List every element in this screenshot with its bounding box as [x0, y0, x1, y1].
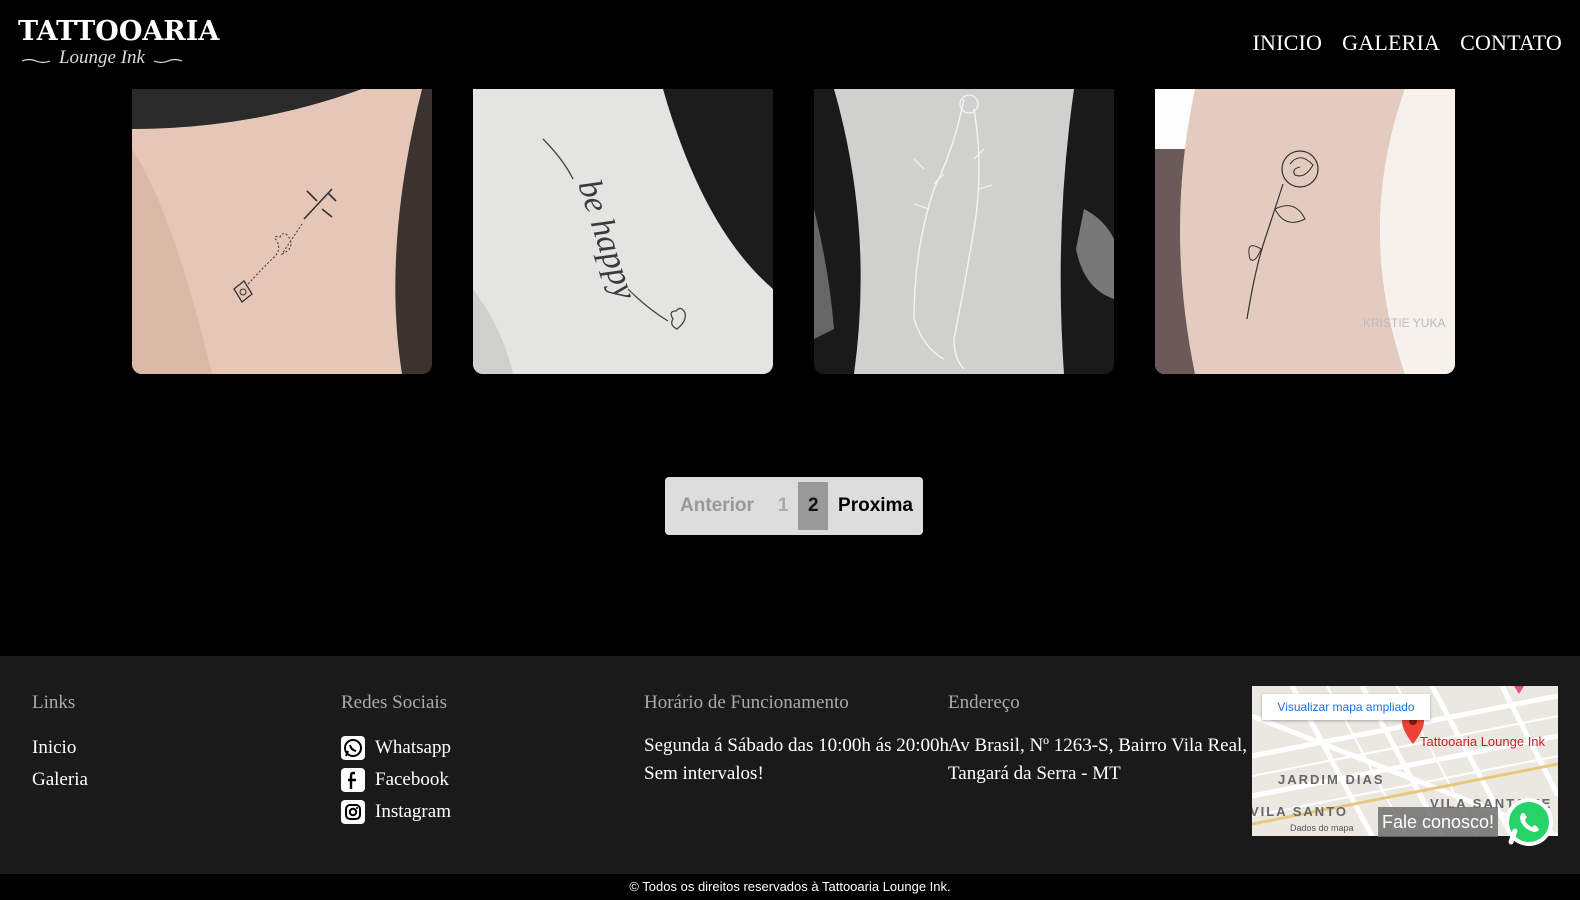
footer-links-column: Links Inicio Galeria [32, 692, 88, 796]
whatsapp-icon [341, 736, 365, 760]
footer-address-column: Endereço Av Brasil, Nº 1263-S, Bairro Vi… [948, 692, 1247, 788]
social-instagram-label: Instagram [375, 801, 451, 822]
gallery-photo-3[interactable] [814, 89, 1114, 374]
logo-flourish-right-icon [154, 58, 182, 64]
pagination-page-1[interactable]: 1 [768, 482, 799, 530]
pagination-page-2-current[interactable]: 2 [798, 482, 829, 530]
gallery-photo-4[interactable]: KRISTIE YUKA [1155, 89, 1455, 374]
chat-label[interactable]: Fale conosco! [1378, 807, 1498, 837]
map-data-credit[interactable]: Dados do mapa [1290, 823, 1354, 833]
facebook-icon [341, 768, 365, 792]
site-logo[interactable]: TATTOOARIA Lounge Ink [18, 14, 220, 72]
tattoo-rose-photo: KRISTIE YUKA [1155, 89, 1455, 374]
footer-hours-line2: Sem intervalos! [644, 763, 764, 784]
nav-contato[interactable]: CONTATO [1460, 30, 1562, 56]
nav-inicio[interactable]: INICIO [1253, 30, 1323, 56]
pagination-prev-button[interactable]: Anterior [665, 482, 768, 530]
footer-hours-line1: Segunda á Sábado das 10:00h ás 20:00h [644, 735, 950, 756]
tattoo-hands-floral-photo [814, 89, 1114, 374]
tattoo-be-happy-photo: be happy [473, 89, 773, 374]
logo-title: TATTOOARIA [18, 16, 220, 47]
gallery-photo-2[interactable]: be happy [473, 89, 773, 374]
footer-address-line1: Av Brasil, Nº 1263-S, Bairro Vila Real, [948, 735, 1248, 756]
footer-links-title: Links [32, 692, 76, 713]
footer-address-line2: Tangará da Serra - MT [948, 763, 1121, 784]
photo-watermark: KRISTIE YUKA [1363, 316, 1445, 330]
footer-hours-column: Horário de Funcionamento Segunda á Sábad… [644, 692, 949, 788]
copyright-text: © Todos os direitos reservados à Tattooa… [0, 874, 1580, 900]
pagination-next-button[interactable]: Proxima [828, 482, 923, 530]
social-facebook-link[interactable]: Facebook [341, 764, 451, 796]
pagination: Anterior 1 2 Proxima [665, 477, 923, 535]
footer-link-inicio[interactable]: Inicio [32, 732, 88, 764]
social-instagram-link[interactable]: Instagram [341, 796, 451, 828]
nav-galeria[interactable]: GALERIA [1342, 30, 1440, 56]
tattoo-airplane-heart-photo [132, 89, 432, 374]
footer-hours-title: Horário de Funcionamento [644, 692, 849, 713]
map-area-label-2: VILA SANTO [1252, 804, 1349, 819]
footer-link-galeria[interactable]: Galeria [32, 764, 88, 796]
tattoo-gallery: be happy KRISTIE YUKA [0, 89, 1580, 374]
social-facebook-label: Facebook [375, 769, 449, 790]
map-area-label-1: JARDIM DIAS [1278, 772, 1385, 787]
social-whatsapp-label: Whatsapp [375, 737, 451, 758]
main-nav: INICIO GALERIA CONTATO [1253, 30, 1563, 56]
site-header: TATTOOARIA Lounge Ink INICIO GALERIA CON… [0, 0, 1580, 89]
site-footer: Links Inicio Galeria Redes Sociais Whats… [0, 656, 1580, 874]
social-whatsapp-link[interactable]: Whatsapp [341, 732, 451, 764]
map-place-label[interactable]: Tattooaria Lounge Ink [1420, 734, 1545, 749]
map-expand-button[interactable]: Visualizar mapa ampliado [1262, 694, 1430, 720]
footer-social-column: Redes Sociais Whatsapp Facebook Instagra… [341, 692, 451, 828]
footer-address-title: Endereço [948, 692, 1020, 713]
footer-social-title: Redes Sociais [341, 692, 448, 713]
whatsapp-float-icon[interactable] [1501, 794, 1557, 850]
instagram-icon [341, 800, 365, 824]
gallery-photo-1[interactable] [132, 89, 432, 374]
